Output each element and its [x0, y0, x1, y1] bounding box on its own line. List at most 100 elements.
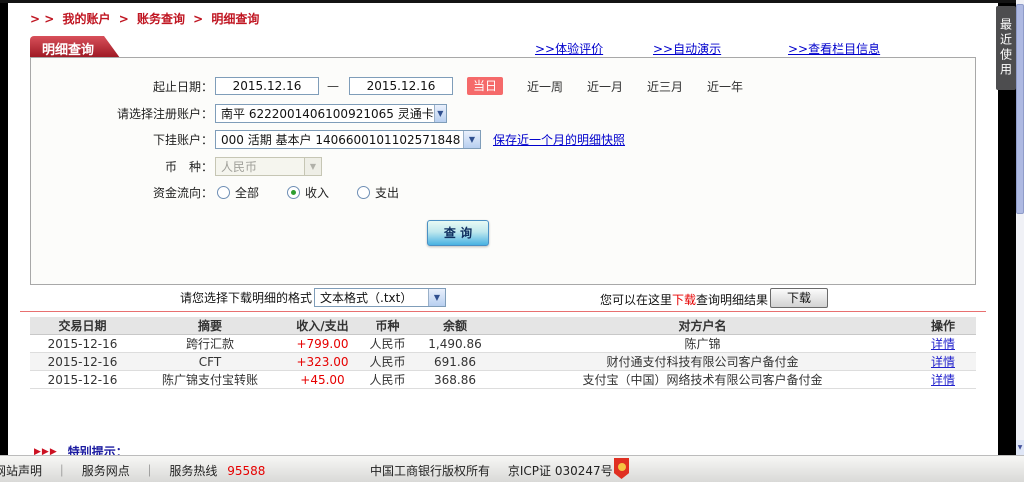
scroll-down-arrow-icon[interactable]: ▼	[1016, 440, 1024, 455]
breadcrumb: > > 我的账户 > 账务查询 > 明细查询	[30, 10, 263, 27]
transactions-table: 交易日期 摘要 收入/支出 币种 余额 对方户名 操作 2015-12-16 跨…	[30, 317, 976, 389]
footer-links: 网站声明 ｜ 服务网点 ｜ 服务热线 95588	[0, 462, 265, 479]
range-last-year[interactable]: 近一年	[707, 78, 743, 95]
radio-expense-label[interactable]: 支出	[375, 184, 399, 201]
experience-rating-link[interactable]: >>体验评价	[535, 40, 603, 57]
cell-balance: 368.86	[434, 372, 476, 387]
breadcrumb-my-account[interactable]: 我的账户	[62, 12, 110, 26]
scrollbar[interactable]: ▼	[1016, 0, 1024, 455]
table-row: 2015-12-16 陈广锦支付宝转账 +45.00 人民币 368.86 支付…	[30, 371, 976, 389]
fund-flow-options: 全部 收入 支出	[217, 184, 427, 201]
download-hint-post: 查询明细结果	[696, 293, 769, 307]
cell-date: 2015-12-16	[47, 336, 118, 351]
download-format-label: 请您选择下载明细的格式	[179, 291, 312, 305]
cell-date: 2015-12-16	[47, 372, 118, 387]
main-page: > > 我的账户 > 账务查询 > 明细查询 明细查询 >>体验评价 >>自动演…	[8, 3, 998, 459]
header-date: 交易日期	[58, 319, 107, 333]
cell-summary: 跨行汇款	[185, 337, 234, 351]
breadcrumb-separator: >	[193, 12, 204, 26]
recently-used-tab[interactable]: 最近使用	[996, 6, 1016, 90]
detail-link[interactable]: 详情	[931, 337, 955, 351]
cell-summary: 陈广锦支付宝转账	[161, 373, 258, 387]
radio-all-label[interactable]: 全部	[235, 184, 259, 201]
fund-flow-row: 资金流向： 全部 收入 支出	[31, 182, 427, 202]
registered-account-row: 请选择注册账户： 南平 6222001406100921065 灵通卡 ▼	[31, 103, 447, 123]
dropdown-arrow-icon[interactable]: ▼	[463, 130, 480, 148]
hotline-label: 服务热线	[169, 464, 218, 478]
range-last-3-months[interactable]: 近三月	[647, 78, 683, 95]
cell-currency: 人民币	[369, 355, 406, 369]
detail-link[interactable]: 详情	[931, 373, 955, 387]
start-date-input[interactable]	[215, 77, 319, 95]
cell-date: 2015-12-16	[47, 354, 118, 369]
download-format-row: 请您选择下载明细的格式 文本格式（.txt） ▼	[8, 288, 446, 307]
date-dash: —	[327, 79, 339, 93]
download-format-select[interactable]: 文本格式（.txt） ▼	[314, 288, 446, 307]
auto-demo-link[interactable]: >>自动演示	[653, 40, 721, 57]
radio-income-label[interactable]: 收入	[305, 184, 329, 201]
download-button[interactable]: 下载	[770, 288, 828, 308]
scrollbar-thumb[interactable]	[1016, 4, 1024, 214]
header-balance: 余额	[442, 319, 467, 333]
radio-expense[interactable]	[357, 185, 371, 199]
cell-counterparty: 陈广锦	[684, 337, 721, 351]
header-amount: 收入/支出	[296, 319, 349, 333]
dropdown-arrow-icon: ▼	[304, 157, 321, 175]
registered-account-select[interactable]: 南平 6222001406100921065 灵通卡 ▼	[215, 103, 447, 123]
sub-account-row: 下挂账户： 000 活期 基本户 1406600101102571848 ▼ 保…	[31, 129, 625, 149]
query-button[interactable]: 查 询	[427, 220, 489, 246]
header-summary: 摘要	[197, 319, 222, 333]
download-hint-link[interactable]: 下载	[672, 293, 696, 307]
header-action: 操作	[930, 319, 955, 333]
cell-balance: 1,490.86	[428, 336, 482, 351]
fund-flow-label: 资金流向：	[152, 185, 213, 200]
header-counterparty: 对方户名	[678, 319, 727, 333]
breadcrumb-account-query[interactable]: 账务查询	[137, 12, 185, 26]
query-form-panel: 起止日期： — 当日 近一周 近一月 近三月 近一年 请选择注册账户： 南平 6…	[30, 57, 976, 285]
breadcrumb-detail-query[interactable]: 明细查询	[211, 12, 259, 26]
dropdown-arrow-icon[interactable]: ▼	[433, 104, 446, 122]
radio-income[interactable]	[287, 185, 301, 199]
date-range-row: 起止日期： — 当日 近一周 近一月 近三月 近一年	[31, 76, 743, 96]
table-row: 2015-12-16 跨行汇款 +799.00 人民币 1,490.86 陈广锦…	[30, 335, 976, 353]
footer-bar: 网站声明 ｜ 服务网点 ｜ 服务热线 95588 中国工商银行版权所有 京ICP…	[0, 455, 1024, 482]
date-range-label: 起止日期：	[152, 79, 213, 94]
detail-link[interactable]: 详情	[931, 355, 955, 369]
end-date-input[interactable]	[349, 77, 453, 95]
icbc-emblem-icon	[614, 458, 629, 479]
download-hint-pre: 您可以在这里	[600, 293, 673, 307]
cell-counterparty: 财付通支付科技有限公司客户备付金	[606, 355, 799, 369]
cell-counterparty: 支付宝（中国）网络技术有限公司客户备付金	[582, 373, 823, 387]
copyright-text: 中国工商银行版权所有 京ICP证 030247号	[370, 462, 613, 479]
header-currency: 币种	[375, 319, 400, 333]
cell-amount: +45.00	[300, 372, 345, 387]
today-button[interactable]: 当日	[467, 77, 503, 95]
range-last-month[interactable]: 近一月	[587, 78, 623, 95]
dropdown-arrow-icon[interactable]: ▼	[428, 289, 445, 306]
cell-currency: 人民币	[369, 373, 406, 387]
cell-balance: 691.86	[434, 354, 476, 369]
sub-account-value: 000 活期 基本户 1406600101102571848	[221, 132, 461, 147]
tab-detail-query: 明细查询	[30, 36, 120, 58]
currency-label: 币 种：	[164, 159, 213, 174]
snapshot-link[interactable]: 保存近一个月的明细快照	[493, 131, 625, 148]
sub-account-label: 下挂账户：	[152, 132, 213, 147]
footer-separator: ｜	[143, 464, 156, 478]
service-outlets-link[interactable]: 服务网点	[82, 464, 130, 478]
currency-row: 币 种： 人民币 ▼	[31, 156, 322, 176]
table-divider	[20, 311, 986, 312]
currency-select-disabled: 人民币 ▼	[215, 156, 322, 176]
site-statement-link[interactable]: 网站声明	[0, 464, 42, 478]
download-hint: 您可以在这里下载查询明细结果	[600, 291, 768, 308]
table-header-row: 交易日期 摘要 收入/支出 币种 余额 对方户名 操作	[30, 317, 976, 335]
breadcrumb-arrows: > >	[30, 12, 55, 26]
sub-account-select[interactable]: 000 活期 基本户 1406600101102571848 ▼	[215, 129, 481, 149]
radio-all[interactable]	[217, 185, 230, 199]
breadcrumb-separator: >	[118, 12, 129, 26]
cell-summary: CFT	[198, 354, 222, 369]
column-info-link[interactable]: >>查看栏目信息	[788, 40, 880, 57]
range-last-week[interactable]: 近一周	[527, 78, 563, 95]
footer-separator: ｜	[55, 464, 68, 478]
icp-number: 京ICP证 030247号	[507, 464, 613, 478]
cell-amount: +799.00	[296, 336, 349, 351]
